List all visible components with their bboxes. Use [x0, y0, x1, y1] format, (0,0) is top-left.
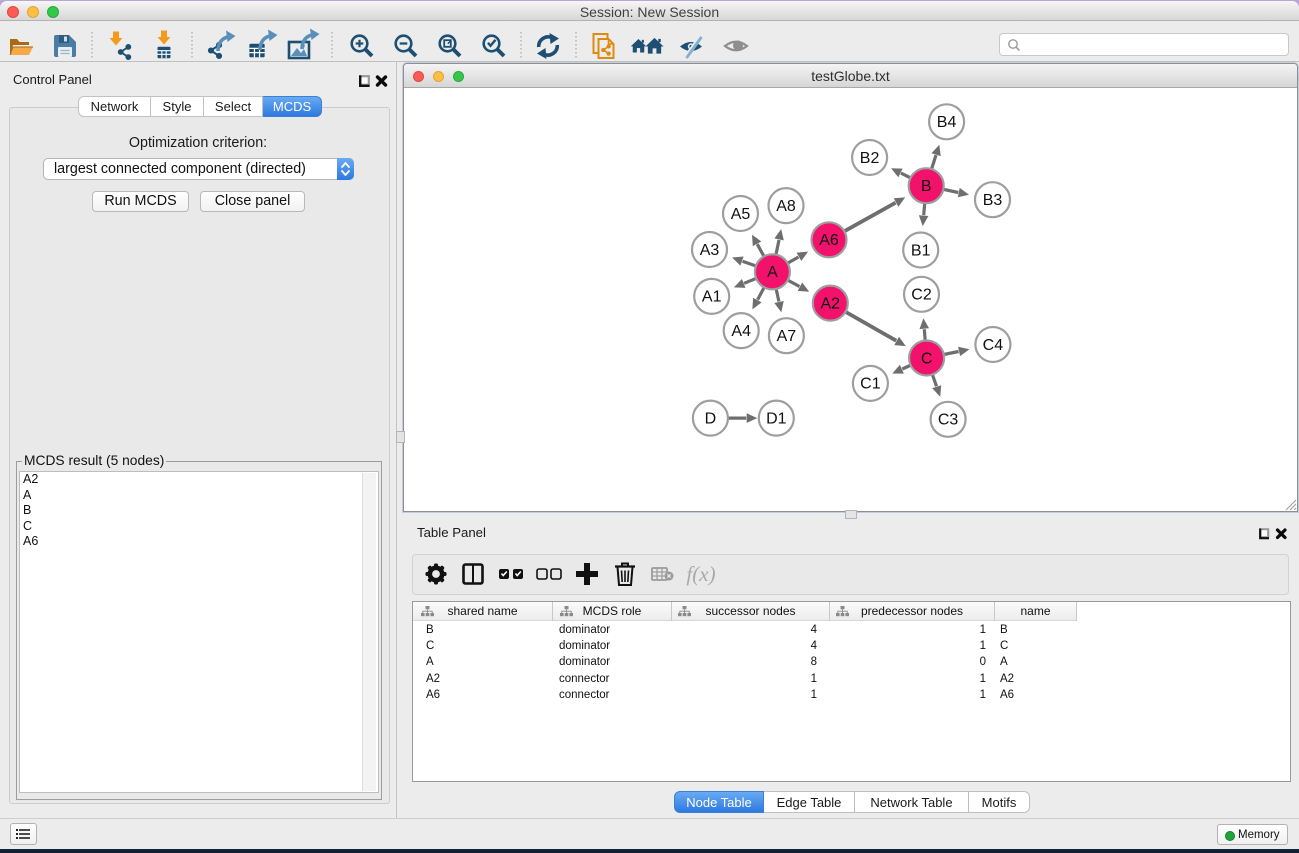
svg-text:C1: C1 [860, 376, 881, 393]
svg-text:C2: C2 [911, 287, 932, 304]
svg-text:A1: A1 [702, 289, 722, 306]
svg-text:C: C [921, 350, 933, 367]
svg-text:B3: B3 [983, 192, 1003, 209]
svg-text:A3: A3 [700, 242, 720, 259]
svg-text:B1: B1 [911, 242, 931, 259]
svg-text:f(x): f(x) [686, 562, 715, 586]
svg-text:A7: A7 [777, 328, 797, 345]
svg-text:B: B [921, 178, 932, 195]
svg-text:A2: A2 [821, 295, 841, 312]
svg-text:A: A [767, 264, 778, 281]
svg-text:C3: C3 [938, 412, 959, 429]
svg-text:A4: A4 [731, 323, 751, 340]
svg-text:A5: A5 [731, 206, 751, 223]
svg-text:A8: A8 [776, 198, 796, 215]
svg-text:D1: D1 [766, 410, 787, 427]
svg-text:B4: B4 [937, 114, 957, 131]
svg-text:D: D [705, 410, 717, 427]
svg-text:B2: B2 [860, 150, 880, 167]
svg-text:C4: C4 [983, 337, 1004, 354]
svg-text:A6: A6 [819, 232, 839, 249]
